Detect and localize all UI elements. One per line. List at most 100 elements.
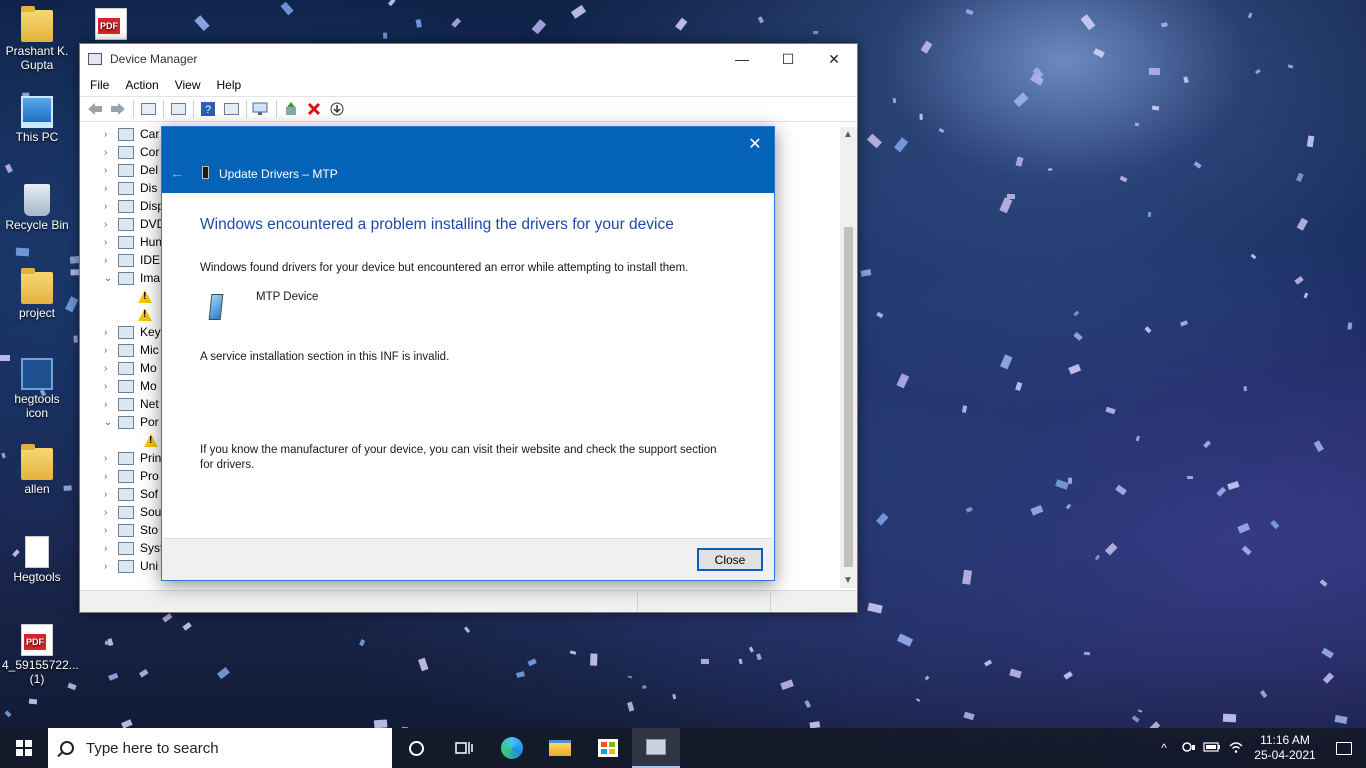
desktop-icon-label: Hegtools	[13, 570, 61, 584]
menu-help[interactable]: Help	[211, 78, 248, 92]
pdf-badge: PDF	[24, 634, 46, 650]
tree-child-item[interactable]	[138, 287, 156, 305]
toolbar-separator	[193, 100, 194, 118]
title-bar[interactable]: Device Manager — ☐ ✕	[80, 44, 857, 74]
maximize-button[interactable]: ☐	[765, 44, 811, 74]
tree-item[interactable]: › Pro	[104, 467, 159, 485]
tree-item-label: Sof	[140, 487, 159, 501]
store-button[interactable]	[584, 728, 632, 768]
task-view-button[interactable]	[440, 728, 488, 768]
scroll-thumb[interactable]	[844, 227, 853, 567]
tree-item[interactable]: › Sof	[104, 485, 158, 503]
tree-item-label: Ima	[140, 271, 161, 285]
desktop-icon-hegtools-icon[interactable]: hegtools icon	[0, 358, 74, 420]
dialog-close-icon[interactable]: ✕	[744, 133, 766, 155]
desktop-icon-user-folder[interactable]: Prashant K. Gupta	[0, 6, 74, 72]
device-category-icon	[118, 487, 134, 501]
tree-item[interactable]: › Uni	[104, 557, 158, 575]
desktop-icon-pdf-file[interactable]: PDF 4_59155722... (1)	[0, 624, 79, 686]
list-view-icon[interactable]	[167, 99, 189, 119]
device-category-icon	[118, 181, 134, 195]
device-manager-taskbar-button[interactable]	[632, 728, 680, 768]
tree-item-expanded[interactable]: ⌄ Ima	[104, 269, 160, 287]
action-pane-icon[interactable]	[220, 99, 242, 119]
properties-view-icon[interactable]	[137, 99, 159, 119]
webcam-icon[interactable]	[1176, 740, 1200, 757]
device-category-icon	[118, 343, 134, 357]
clock[interactable]: 11:16 AM 25-04-2021	[1248, 733, 1322, 763]
tree-item[interactable]: › Mo	[104, 377, 157, 395]
desktop-icon-recycle-bin[interactable]: Recycle Bin	[0, 184, 74, 232]
windows-logo-icon	[16, 740, 32, 756]
tree-item[interactable]: › Sto	[104, 521, 158, 539]
toolbar-separator	[133, 100, 134, 118]
tree-item-label: Mo	[140, 379, 157, 393]
edge-button[interactable]	[488, 728, 536, 768]
dialog-intro: Windows found drivers for your device bu…	[200, 262, 689, 274]
tree-item[interactable]: › Sou	[104, 503, 161, 521]
system-tray: ^ 11:16 AM 25-04-2021	[1152, 728, 1366, 768]
close-button[interactable]: Close	[697, 548, 763, 571]
tree-item-label: Key	[140, 325, 161, 339]
desktop-icon-project[interactable]: project	[0, 268, 74, 320]
tree-item[interactable]: › IDE	[104, 251, 160, 269]
back-arrow-icon[interactable]	[84, 99, 106, 119]
forward-arrow-icon[interactable]	[107, 99, 129, 119]
folder-icon	[21, 444, 53, 480]
menu-view[interactable]: View	[169, 78, 207, 92]
tree-item[interactable]: › Mo	[104, 359, 157, 377]
tree-item[interactable]: › Dis	[104, 179, 157, 197]
tree-item-label: Prin	[140, 451, 162, 465]
minimize-button[interactable]: —	[719, 44, 765, 74]
wifi-icon[interactable]	[1224, 740, 1248, 757]
tree-item[interactable]: › Net	[104, 395, 159, 413]
tree-item[interactable]: › Disp	[104, 197, 164, 215]
scan-hardware-icon[interactable]	[250, 99, 272, 119]
close-button[interactable]: ✕	[811, 44, 857, 74]
start-button[interactable]	[0, 728, 48, 768]
tree-item[interactable]: › Key	[104, 323, 161, 341]
file-explorer-button[interactable]	[536, 728, 584, 768]
scroll-up-icon[interactable]: ▲	[843, 129, 853, 140]
uninstall-icon[interactable]	[303, 99, 325, 119]
tree-item[interactable]: › Syst	[104, 539, 163, 557]
desktop-icon-top-pdf[interactable]: PDF	[74, 8, 148, 42]
help-icon[interactable]: ?	[197, 99, 219, 119]
error-message: A service installation section in this I…	[200, 351, 450, 363]
desktop-icon-this-pc[interactable]: This PC	[0, 96, 74, 144]
vertical-scrollbar[interactable]: ▲ ▼	[840, 127, 857, 588]
device-category-icon	[118, 505, 134, 519]
back-arrow-icon[interactable]: ←	[170, 165, 184, 181]
tree-item[interactable]: › Cor	[104, 143, 159, 161]
desktop-icon-allen[interactable]: allen	[0, 444, 74, 496]
tree-item[interactable]: › Hun	[104, 233, 162, 251]
tree-item-expanded[interactable]: ⌄ Por	[104, 413, 159, 431]
tray-chevron-icon[interactable]: ^	[1152, 741, 1176, 755]
search-box[interactable]: Type here to search	[48, 728, 392, 768]
tree-item[interactable]: › Car	[104, 125, 159, 143]
update-driver-icon[interactable]	[280, 99, 302, 119]
device-category-icon	[118, 415, 134, 429]
store-icon	[598, 739, 618, 757]
notifications-button[interactable]	[1322, 728, 1366, 768]
tree-item-label: Mic	[140, 343, 159, 357]
download-icon[interactable]	[326, 99, 348, 119]
device-category-icon	[118, 325, 134, 339]
tree-child-item[interactable]	[144, 431, 162, 449]
tree-child-item[interactable]	[138, 305, 156, 323]
scroll-down-icon[interactable]: ▼	[843, 575, 853, 586]
cortana-button[interactable]	[392, 728, 440, 768]
search-icon	[60, 741, 74, 755]
tree-item-label: Cor	[140, 145, 160, 159]
menu-bar: File Action View Help	[80, 74, 857, 96]
battery-icon[interactable]	[1200, 741, 1224, 756]
tree-item[interactable]: › Prin	[104, 449, 161, 467]
tree-item[interactable]: › Mic	[104, 341, 159, 359]
device-category-icon	[118, 523, 134, 537]
tree-item[interactable]: › Del	[104, 161, 158, 179]
svg-text:?: ?	[205, 104, 211, 116]
desktop-icon-hegtools[interactable]: Hegtools	[0, 536, 74, 584]
menu-action[interactable]: Action	[119, 78, 164, 92]
menu-file[interactable]: File	[84, 78, 115, 92]
tree-item[interactable]: › DVD	[104, 215, 165, 233]
